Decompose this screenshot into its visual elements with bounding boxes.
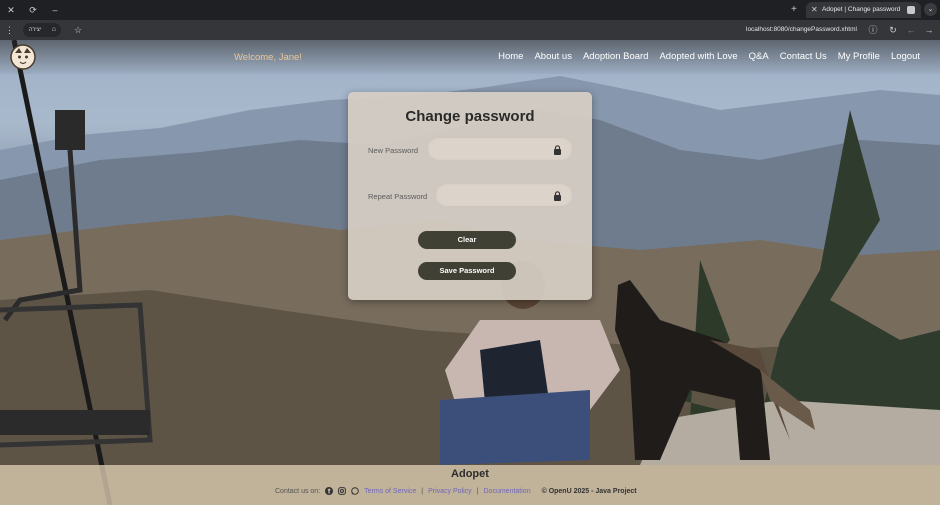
tab-title: Adopet | Change password <box>822 6 901 13</box>
home-icon[interactable]: ⌂ <box>52 23 56 37</box>
new-password-input[interactable] <box>437 142 551 157</box>
change-password-card: Change password New Password Repeat Pass… <box>348 92 592 300</box>
lock-icon <box>554 191 561 201</box>
new-password-field[interactable] <box>428 138 572 160</box>
documentation-link[interactable]: Documentation <box>484 488 531 495</box>
nav-my-profile[interactable]: My Profile <box>838 51 880 62</box>
nav-adopted-with-love[interactable]: Adopted with Love <box>659 51 737 62</box>
back-icon[interactable]: ← <box>906 24 916 36</box>
repeat-password-label: Repeat Password <box>368 192 428 201</box>
form-title: Change password <box>405 108 535 125</box>
footer-separator: | <box>421 487 424 495</box>
contact-label: Contact us on: <box>275 487 321 495</box>
tab-search-menu-icon[interactable]: ⌄ <box>924 3 937 16</box>
main-nav: Home About us Adoption Board Adopted wit… <box>498 51 920 62</box>
new-password-label: New Password <box>368 146 419 155</box>
forward-icon[interactable]: → <box>924 24 934 36</box>
profile-pill[interactable]: יצירה ⌂ <box>23 23 61 37</box>
nav-contact-us[interactable]: Contact Us <box>780 51 827 62</box>
tab-favicon-icon <box>907 6 915 14</box>
footer-brand: Adopet <box>451 468 489 480</box>
facebook-icon[interactable] <box>325 487 334 495</box>
welcome-message: Welcome, Jane! <box>234 52 302 63</box>
privacy-policy-link[interactable]: Privacy Policy <box>428 488 472 495</box>
address-bar[interactable]: localhost:8080/changePassword.xhtml <box>746 23 857 37</box>
repeat-password-input[interactable] <box>445 188 551 203</box>
tab-close-icon[interactable]: ✕ <box>811 2 818 18</box>
save-password-button[interactable]: Save Password <box>418 262 516 280</box>
page-content: Welcome, Jane! Home About us Adoption Bo… <box>0 40 940 505</box>
adopet-logo-icon[interactable] <box>9 44 37 70</box>
reload-icon[interactable]: ↻ <box>888 24 898 36</box>
bookmark-star-icon[interactable]: ☆ <box>72 24 84 36</box>
whatsapp-icon[interactable] <box>351 487 359 495</box>
profile-pill-label: יצירה <box>29 27 42 33</box>
site-info-icon[interactable]: ⓘ <box>868 24 878 36</box>
browser-toolbar: ⋮ יצירה ⌂ ☆ localhost:8080/changePasswor… <box>0 20 940 40</box>
minimize-window-icon[interactable]: – <box>49 4 61 16</box>
browser-tab-bar: ✕ ⟳ – + ✕ Adopet | Change password ⌄ <box>0 0 940 20</box>
nav-home[interactable]: Home <box>498 51 523 62</box>
repeat-password-field[interactable] <box>436 184 572 206</box>
footer-separator: | <box>476 487 479 495</box>
footer-links: Contact us on: Terms of Service | Privac… <box>275 487 637 495</box>
site-navbar: Welcome, Jane! Home About us Adoption Bo… <box>0 40 940 74</box>
close-window-icon[interactable]: ✕ <box>5 4 17 16</box>
terms-of-service-link[interactable]: Terms of Service <box>364 488 416 495</box>
site-footer: Adopet Contact us on: Terms of Service |… <box>0 465 940 505</box>
clear-button[interactable]: Clear <box>418 231 516 249</box>
instagram-icon[interactable] <box>338 487 347 495</box>
kebab-menu-icon[interactable]: ⋮ <box>5 24 14 36</box>
nav-about-us[interactable]: About us <box>534 51 572 62</box>
copyright-text: © OpenU 2025 - Java Project <box>541 487 637 495</box>
restore-window-icon[interactable]: ⟳ <box>27 4 39 16</box>
nav-logout[interactable]: Logout <box>891 51 920 62</box>
lock-icon <box>554 145 561 155</box>
browser-tab[interactable]: ✕ Adopet | Change password <box>806 2 921 18</box>
new-tab-icon[interactable]: + <box>791 4 797 16</box>
nav-qa[interactable]: Q&A <box>749 51 769 62</box>
nav-adoption-board[interactable]: Adoption Board <box>583 51 649 62</box>
